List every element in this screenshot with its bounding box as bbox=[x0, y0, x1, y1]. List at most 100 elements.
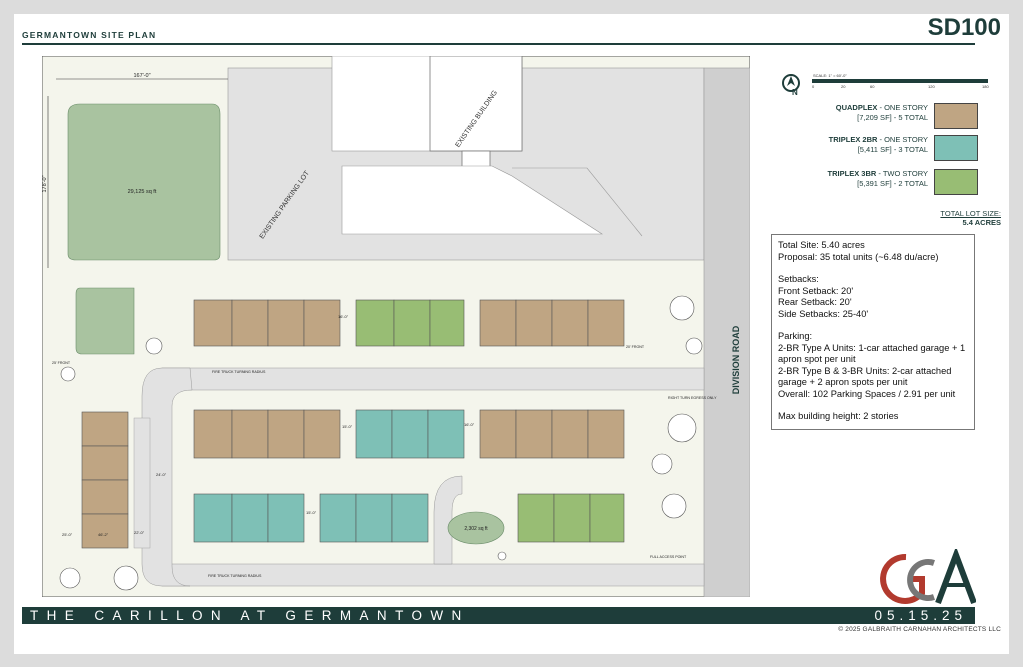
triplex-3br-unit bbox=[429, 299, 465, 347]
total-lot-size: TOTAL LOT SIZE: 5.4 ACRES bbox=[940, 209, 1001, 227]
legend-item-quadplex: QUADPLEX - ONE STORY [7,209 SF] - 5 TOTAL bbox=[770, 103, 980, 131]
legend-swatch-triplex-2br bbox=[934, 135, 978, 161]
building-row-3 bbox=[193, 493, 625, 543]
triplex-3br-unit bbox=[393, 299, 431, 347]
tree bbox=[651, 453, 673, 475]
legend-type: TRIPLEX 3BR bbox=[827, 169, 877, 178]
quadplex-unit bbox=[81, 445, 129, 481]
division-road bbox=[703, 67, 750, 597]
tree bbox=[667, 413, 697, 443]
quadplex-unit bbox=[81, 479, 129, 515]
dim-16b-label: 16'-0" bbox=[464, 422, 475, 427]
legend-stories: - ONE STORY bbox=[877, 135, 929, 144]
quadplex-unit bbox=[479, 299, 517, 347]
summary-side-setback: Side Setbacks: 25-40' bbox=[778, 308, 869, 319]
summary-overall: Overall: 102 Parking Spaces / 2.91 per u… bbox=[778, 388, 956, 399]
division-road-label: DIVISION ROAD bbox=[731, 325, 741, 394]
triplex-2br-unit bbox=[319, 493, 357, 543]
dim-25-label: 25'-0" bbox=[62, 532, 73, 537]
quadplex-unit bbox=[515, 409, 553, 459]
tree bbox=[60, 366, 76, 382]
copyright-notice: © 2025 GALBRAITH CARNAHAN ARCHITECTS LLC bbox=[838, 626, 1001, 633]
lawn-area-label: 29,125 sq ft bbox=[128, 189, 157, 195]
quadplex-unit bbox=[303, 299, 341, 347]
legend-type: QUADPLEX bbox=[835, 103, 878, 112]
triplex-2br-unit bbox=[355, 493, 393, 543]
setback-right-label: 20' FRONT bbox=[626, 345, 645, 349]
quadplex-unit bbox=[267, 299, 305, 347]
dim-16-label: 16'-0" bbox=[338, 314, 349, 319]
tree bbox=[661, 493, 687, 519]
pond-area-label: 2,302 sq ft bbox=[464, 526, 488, 532]
tree bbox=[669, 295, 695, 321]
footer-bar: THE CARILLON AT GERMANTOWN 05.15.25 bbox=[22, 607, 975, 624]
triplex-2br-unit bbox=[193, 493, 233, 543]
quadplex-unit bbox=[479, 409, 517, 459]
dim-46-label: 46'-2" bbox=[98, 532, 109, 537]
quadplex-unit bbox=[551, 409, 589, 459]
site-summary-box: Total Site: 5.40 acres Proposal: 35 tota… bbox=[771, 234, 975, 430]
quadplex-unit bbox=[551, 299, 589, 347]
quadplex-unit bbox=[81, 411, 129, 447]
total-lot-label: TOTAL LOT SIZE: bbox=[940, 209, 1001, 218]
legend-detail: [5,391 SF] - 2 TOTAL bbox=[857, 179, 928, 188]
quadplex-unit bbox=[515, 299, 553, 347]
project-title: THE CARILLON AT GERMANTOWN bbox=[30, 608, 470, 623]
triplex-3br-unit bbox=[355, 299, 395, 347]
tree bbox=[145, 337, 163, 355]
summary-max-height: Max building height: 2 stories bbox=[778, 411, 899, 421]
dim-left-label: 178'-0" bbox=[42, 175, 48, 192]
right-turn-label: RIGHT TURN EGRESS ONLY bbox=[668, 396, 717, 400]
fire-radius-top-label: FIRE TRUCK TURNING RADIUS bbox=[212, 370, 266, 374]
dim-22-label: 22'-0" bbox=[134, 530, 145, 535]
quadplex-unit bbox=[587, 409, 625, 459]
dim-24-label: 24'-0" bbox=[156, 472, 167, 477]
sheet-id: SD100 bbox=[927, 14, 1001, 41]
summary-rear-setback: Rear Setback: 20' bbox=[778, 297, 852, 307]
tree bbox=[685, 337, 703, 355]
full-access-label: FULL ACCESS POINT bbox=[650, 555, 687, 559]
triplex-2br-unit bbox=[427, 409, 465, 459]
legend-stories: - ONE STORY bbox=[877, 103, 929, 112]
plan-date: 05.15.25 bbox=[874, 608, 967, 623]
triplex-3br-unit bbox=[589, 493, 625, 543]
building-row-1 bbox=[193, 299, 625, 347]
summary-total-site: Total Site: 5.40 acres bbox=[778, 240, 865, 250]
legend-type: TRIPLEX 2BR bbox=[828, 135, 878, 144]
dim-15a-label: 15'-0" bbox=[342, 424, 353, 429]
triplex-3br-unit bbox=[553, 493, 591, 543]
summary-parking-b: 2-BR Type B & 3-BR Units: 2-car attached… bbox=[778, 365, 952, 388]
legend-stories: - TWO STORY bbox=[876, 169, 928, 178]
header-rule bbox=[22, 43, 975, 45]
quadplex-unit bbox=[193, 299, 233, 347]
setback-left-label: 25' FRONT bbox=[52, 361, 71, 365]
quadplex-unit bbox=[303, 409, 341, 459]
total-lot-value: 5.4 ACRES bbox=[962, 218, 1002, 227]
triplex-3br-unit bbox=[517, 493, 555, 543]
summary-proposal: Proposal: 35 total units (~6.48 du/acre) bbox=[778, 251, 939, 262]
summary-front-setback: Front Setback: 20' bbox=[778, 285, 854, 296]
scale-tick: 180 bbox=[982, 84, 989, 89]
triplex-2br-unit bbox=[355, 409, 393, 459]
existing-building bbox=[429, 56, 523, 152]
dim-15b-label: 15'-0" bbox=[306, 510, 317, 515]
dim-top-label: 167'-0" bbox=[133, 73, 150, 79]
fire-radius-bottom-label: FIRE TRUCK TURNING RADIUS bbox=[208, 574, 262, 578]
triplex-2br-unit bbox=[391, 493, 429, 543]
quadplex-unit bbox=[231, 299, 269, 347]
legend-item-triplex-3br: TRIPLEX 3BR - TWO STORY [5,391 SF] - 2 TO… bbox=[770, 169, 980, 197]
tree bbox=[59, 567, 81, 589]
summary-parking-heading: Parking: bbox=[778, 331, 813, 341]
tree bbox=[113, 565, 139, 591]
triplex-2br-unit bbox=[231, 493, 269, 543]
triplex-2br-unit bbox=[391, 409, 429, 459]
tree bbox=[497, 551, 507, 561]
road-left-driveway bbox=[133, 417, 151, 549]
legend-swatch-quadplex bbox=[934, 103, 978, 129]
quadplex-unit bbox=[587, 299, 625, 347]
quadplex-unit bbox=[267, 409, 305, 459]
site-plan-drawing: EXISTING BUILDING EXISTING PARKING LOT D… bbox=[42, 56, 750, 597]
legend-detail: [5,411 SF] - 3 TOTAL bbox=[857, 145, 928, 154]
triplex-2br-unit bbox=[267, 493, 305, 543]
quadplex-unit bbox=[231, 409, 269, 459]
